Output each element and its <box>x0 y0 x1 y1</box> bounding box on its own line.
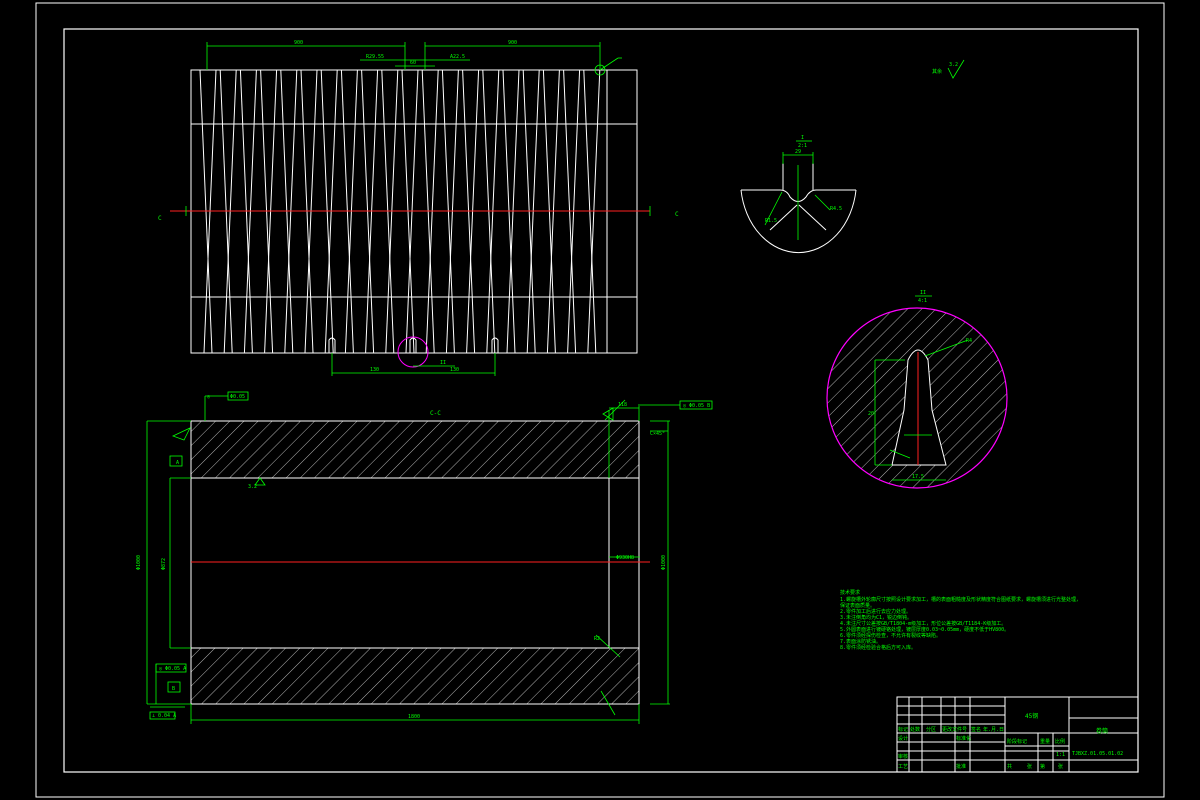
part-name: 卷筒 <box>1096 727 1108 735</box>
svg-text:A: A <box>176 460 179 466</box>
svg-text:R4.5: R4.5 <box>830 206 842 212</box>
svg-text:900: 900 <box>294 40 303 46</box>
svg-text:130: 130 <box>450 367 459 373</box>
svg-text:3.2: 3.2 <box>949 62 958 68</box>
svg-text:1.螺旋槽外轮廓尺寸按照设计要求加工，槽的表面粗糙度及形状精: 1.螺旋槽外轮廓尺寸按照设计要求加工，槽的表面粗糙度及形状精度符合图纸要求，螺旋… <box>840 596 1081 603</box>
svg-text:R29.55: R29.55 <box>366 54 384 60</box>
detail-one-view: I 2:1 29 R1.5 R4.5 <box>740 135 857 254</box>
material: 45钢 <box>1025 712 1038 720</box>
svg-text:118: 118 <box>618 402 627 408</box>
svg-text:5.外圆表面进行镀硬铬处理，镀层厚度0.03~0.05mm，: 5.外圆表面进行镀硬铬处理，镀层厚度0.03~0.05mm，硬度不低于HV800… <box>840 626 1009 633</box>
svg-text:处数: 处数 <box>910 726 920 733</box>
svg-text:Φ872: Φ872 <box>161 558 167 570</box>
svg-text:重量: 重量 <box>1040 738 1050 745</box>
drawing-number: TJBXZ.01.05.01.02 <box>1072 751 1123 757</box>
front-view-dimensions <box>206 42 622 376</box>
svg-text:更改文件号: 更改文件号 <box>942 726 967 733</box>
svg-text:20: 20 <box>868 411 874 417</box>
detail-two-callout-circle <box>397 336 429 368</box>
svg-text:29: 29 <box>795 149 801 155</box>
svg-text:Φ1000: Φ1000 <box>136 555 142 570</box>
svg-text:共: 共 <box>1007 763 1012 770</box>
notes-title: 技术要求 <box>840 589 860 596</box>
detail-two-label: II <box>920 290 926 296</box>
svg-text:分区: 分区 <box>926 726 936 733</box>
svg-text:3.2: 3.2 <box>248 484 257 490</box>
detail-one-label: I <box>801 135 804 141</box>
svg-text:C×45°: C×45° <box>650 431 665 437</box>
section-mark-right: C <box>675 211 679 218</box>
svg-text:Φ0.05: Φ0.05 <box>230 394 245 400</box>
svg-text:⊥ 0.04 A: ⊥ 0.04 A <box>152 713 176 719</box>
svg-text:4.未注尺寸公差按GB/T1804-m级加工，形位公差按GB: 4.未注尺寸公差按GB/T1804-m级加工，形位公差按GB/T1184-K级加… <box>840 620 1006 627</box>
svg-text:Φ1000: Φ1000 <box>661 555 667 570</box>
detail-two-callout-label: II <box>440 360 446 366</box>
svg-text:3.未注倒角均为C1，锐边倒钝。: 3.未注倒角均为C1，锐边倒钝。 <box>840 614 912 621</box>
svg-text:阶段标记: 阶段标记 <box>1007 738 1027 745</box>
svg-text:审核: 审核 <box>898 753 908 760</box>
svg-text:R2: R2 <box>594 636 600 642</box>
svg-text:2.零件加工后进行去应力处理。: 2.零件加工后进行去应力处理。 <box>840 608 911 615</box>
svg-text:6.零件须经探伤检查，不允许有裂纹等缺陷。: 6.零件须经探伤检查，不允许有裂纹等缺陷。 <box>840 632 941 639</box>
svg-text:第: 第 <box>1040 763 1045 770</box>
svg-text:◎ Φ0.05 A: ◎ Φ0.05 A <box>159 666 186 672</box>
svg-text:◎ Φ0.05 B: ◎ Φ0.05 B <box>683 403 710 409</box>
svg-text:批准: 批准 <box>956 763 966 770</box>
drum-front-view: 900 900 R29.55 A22.5 60 130 130 II C C <box>158 40 679 376</box>
scale-value: 1:1 <box>1056 752 1065 758</box>
svg-text:保证表面质量。: 保证表面质量。 <box>840 602 875 609</box>
svg-text:张: 张 <box>1027 763 1032 770</box>
cad-drawing-canvas: 900 900 R29.55 A22.5 60 130 130 II C C 其… <box>35 2 1165 798</box>
svg-text:设计: 设计 <box>898 735 908 742</box>
title-block: 标记 处数 分区 更改文件号 签名 年.月.日 设计 标准化 审核 工艺 批准 … <box>896 696 1139 773</box>
detail-two-view: II 4:1 R4 20 17.5 <box>826 290 1008 489</box>
svg-text:比例: 比例 <box>1055 738 1065 745</box>
svg-text:B: B <box>172 686 175 692</box>
svg-text:标准化: 标准化 <box>956 735 971 742</box>
svg-text:Φ930H8: Φ930H8 <box>616 555 634 561</box>
svg-text:900: 900 <box>508 40 517 46</box>
svg-text:A22.5: A22.5 <box>450 54 465 60</box>
svg-text:其余: 其余 <box>932 68 942 75</box>
svg-text:R4: R4 <box>966 338 972 344</box>
svg-text:1800: 1800 <box>408 714 420 720</box>
svg-text:签名: 签名 <box>971 726 981 733</box>
svg-text:7.表面涂防锈油。: 7.表面涂防锈油。 <box>840 638 881 645</box>
svg-text:工艺: 工艺 <box>898 764 908 770</box>
section-title: C-C <box>430 410 441 417</box>
svg-text:◎: ◎ <box>207 394 210 400</box>
section-view-cc: C-C Φ1000 Φ872 Φ1000 1800 118 Φ930H8 C×4… <box>136 391 713 724</box>
section-mark-left: C <box>158 215 162 222</box>
svg-text:8.零件须经检验合格后方可入库。: 8.零件须经检验合格后方可入库。 <box>840 644 916 651</box>
technical-notes: 技术要求 1.螺旋槽外轮廓尺寸按照设计要求加工，槽的表面粗糙度及形状精度符合图纸… <box>840 589 1081 651</box>
detail-two-scale: 4:1 <box>918 298 927 304</box>
svg-text:年.月.日: 年.月.日 <box>983 726 1004 733</box>
svg-text:标记: 标记 <box>898 726 908 733</box>
svg-text:R1.5: R1.5 <box>765 218 777 224</box>
roughness-note: 其余 3.2 <box>932 59 965 79</box>
svg-text:17.5: 17.5 <box>912 474 924 480</box>
svg-text:130: 130 <box>370 367 379 373</box>
svg-text:60: 60 <box>410 60 416 66</box>
svg-text:张: 张 <box>1058 763 1063 770</box>
